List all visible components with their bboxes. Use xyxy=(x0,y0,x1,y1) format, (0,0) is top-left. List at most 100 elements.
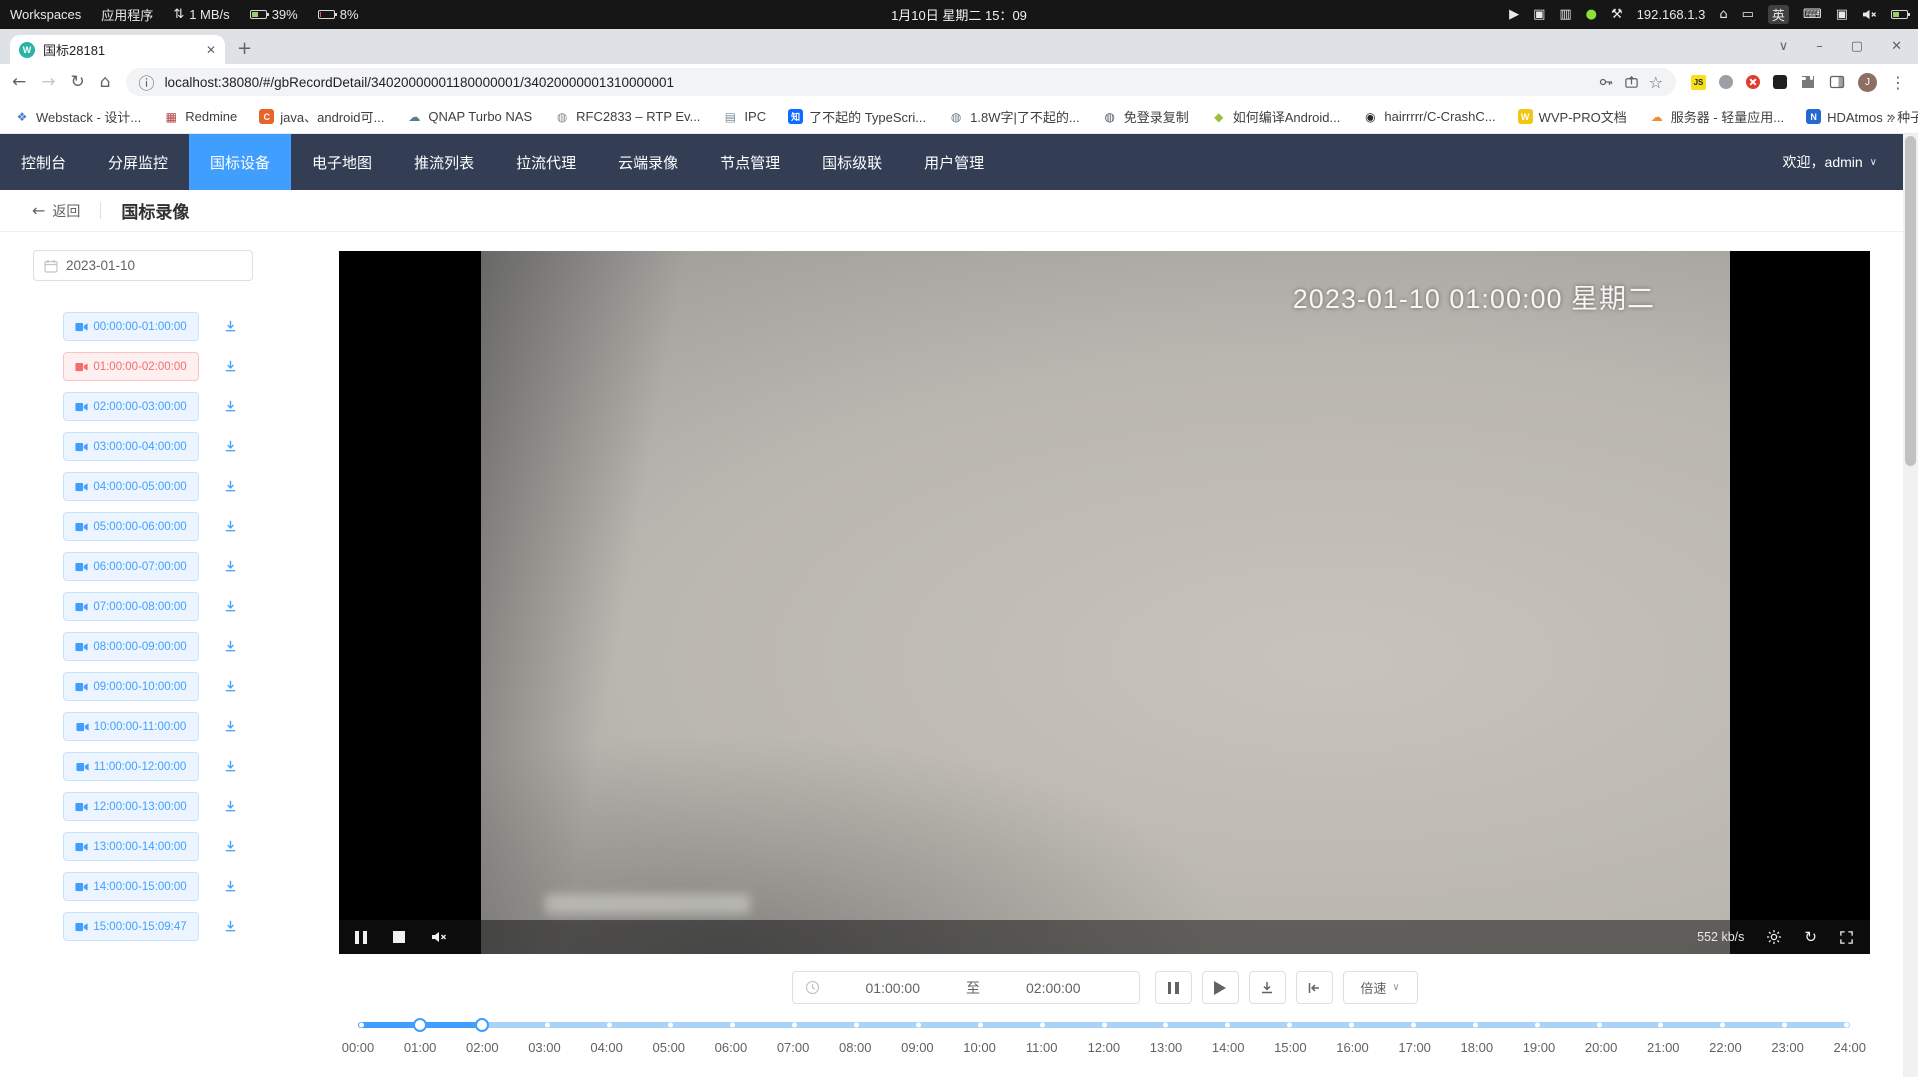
segment-download-icon[interactable] xyxy=(223,559,238,574)
workspaces-button[interactable]: Workspaces xyxy=(10,7,81,22)
new-tab-button[interactable]: + xyxy=(237,38,252,59)
segment-download-icon[interactable] xyxy=(223,399,238,414)
segment-button[interactable]: 14:00:00-15:00:00 xyxy=(63,872,199,901)
segment-button[interactable]: 05:00:00-06:00:00 xyxy=(63,512,199,541)
password-key-icon[interactable] xyxy=(1598,74,1614,90)
nav-item[interactable]: 控制台 xyxy=(0,134,87,190)
player-pause-icon[interactable] xyxy=(355,931,367,944)
segment-button[interactable]: 08:00:00-09:00:00 xyxy=(63,632,199,661)
bookmark-item[interactable]: ◆ 如何编译Android... xyxy=(1211,107,1341,126)
bookmark-item[interactable]: ❖ Webstack - 设计... xyxy=(14,107,141,126)
player-fullscreen-icon[interactable] xyxy=(1839,930,1854,945)
nav-item[interactable]: 分屏监控 xyxy=(87,134,189,190)
segment-button[interactable]: 13:00:00-14:00:00 xyxy=(63,832,199,861)
nav-item[interactable]: 云端录像 xyxy=(597,134,699,190)
speed-dropdown[interactable]: 倍速 ∨ xyxy=(1343,971,1418,1004)
player-volume-muted-icon[interactable] xyxy=(431,930,447,944)
puzzle-extensions-icon[interactable] xyxy=(1800,74,1816,90)
screenshot-icon[interactable]: ▣ xyxy=(1533,7,1545,22)
back-button[interactable]: ← 返回 xyxy=(32,201,80,221)
media-play-icon[interactable]: ▶ xyxy=(1509,7,1519,22)
bookmark-item[interactable]: N HDAtmos :: 种子 -... xyxy=(1806,107,1918,126)
segment-download-icon[interactable] xyxy=(223,439,238,454)
segment-download-icon[interactable] xyxy=(223,879,238,894)
nav-item[interactable]: 推流列表 xyxy=(393,134,495,190)
applications-button[interactable]: 应用程序 xyxy=(101,5,153,24)
segment-button[interactable]: 07:00:00-08:00:00 xyxy=(63,592,199,621)
browser-menu-icon[interactable]: ⋮ xyxy=(1890,73,1906,92)
back-icon[interactable]: ← xyxy=(12,72,26,92)
segment-button[interactable]: 09:00:00-10:00:00 xyxy=(63,672,199,701)
nav-item[interactable]: 电子地图 xyxy=(291,134,393,190)
window-maximize-icon[interactable]: ▢ xyxy=(1851,39,1863,54)
js-extension-icon[interactable]: JS xyxy=(1691,75,1706,90)
segment-download-icon[interactable] xyxy=(223,839,238,854)
omnibox[interactable]: ⓘ localhost:38080/#/gbRecordDetail/34020… xyxy=(126,68,1676,96)
extension-black-icon[interactable] xyxy=(1773,75,1787,89)
time-range-input[interactable]: 01:00:00 至 02:00:00 xyxy=(792,971,1140,1004)
nav-item[interactable]: 节点管理 xyxy=(699,134,801,190)
timeline-rail[interactable] xyxy=(358,1022,1850,1028)
segment-button[interactable]: 12:00:00-13:00:00 xyxy=(63,792,199,821)
bookmarks-overflow-icon[interactable]: » xyxy=(1887,108,1896,126)
nav-item[interactable]: 国标设备 xyxy=(189,134,291,190)
url-text[interactable]: localhost:38080/#/gbRecordDetail/3402000… xyxy=(165,75,1588,90)
bookmark-item[interactable]: 知 了不起的 TypeScri... xyxy=(788,107,926,126)
timeline-handle-start[interactable] xyxy=(413,1018,427,1032)
clock[interactable]: 1月10日 星期二 15：09 xyxy=(891,5,1027,24)
tab-search-chevron-icon[interactable]: ∨ xyxy=(1779,39,1789,54)
display-icon[interactable]: ▣ xyxy=(1836,7,1848,22)
home-icon[interactable]: ⌂ xyxy=(1719,7,1727,22)
share-icon[interactable] xyxy=(1624,75,1639,90)
segment-download-icon[interactable] xyxy=(223,919,238,934)
scrollbar-thumb[interactable] xyxy=(1905,136,1916,466)
nav-item[interactable]: 国标级联 xyxy=(801,134,903,190)
site-info-icon[interactable]: ⓘ xyxy=(139,70,155,94)
bookmark-item[interactable]: ◍ RFC2833 – RTP Ev... xyxy=(554,109,700,124)
segment-download-icon[interactable] xyxy=(223,479,238,494)
keyboard-icon[interactable]: ⌨ xyxy=(1803,7,1822,22)
bookmark-star-icon[interactable]: ☆ xyxy=(1649,73,1663,92)
range-start-time[interactable]: 01:00:00 xyxy=(820,980,967,996)
timeline-handle-end[interactable] xyxy=(475,1018,489,1032)
bookmark-item[interactable]: ◍ 1.8W字|了不起的... xyxy=(948,107,1080,126)
bookmark-item[interactable]: W WVP-PRO文档 xyxy=(1518,107,1627,126)
bookmark-item[interactable]: C java、android可... xyxy=(259,107,384,126)
record-dot-icon[interactable]: ● xyxy=(1586,7,1597,22)
page-scrollbar[interactable] xyxy=(1903,134,1918,1077)
segment-download-icon[interactable] xyxy=(223,719,238,734)
segment-button[interactable]: 03:00:00-04:00:00 xyxy=(63,432,199,461)
window-close-icon[interactable]: ✕ xyxy=(1891,39,1902,54)
play-button[interactable] xyxy=(1202,971,1239,1004)
segment-download-icon[interactable] xyxy=(223,519,238,534)
segment-button[interactable]: 10:00:00-11:00:00 xyxy=(63,712,199,741)
input-language-badge[interactable]: 英 xyxy=(1768,5,1789,24)
skip-back-button[interactable] xyxy=(1296,971,1333,1004)
pause-button[interactable] xyxy=(1155,971,1192,1004)
browser-tab[interactable]: W 国标28181 ✕ xyxy=(10,35,225,64)
player-refresh-icon[interactable]: ↻ xyxy=(1804,930,1817,945)
segment-download-icon[interactable] xyxy=(223,799,238,814)
bookmark-item[interactable]: ▤ IPC xyxy=(722,109,766,124)
clipboard-icon[interactable]: ▥ xyxy=(1559,7,1571,22)
side-panel-icon[interactable] xyxy=(1829,74,1845,90)
adblock-extension-icon[interactable] xyxy=(1746,75,1760,89)
player-stop-icon[interactable] xyxy=(393,931,405,943)
range-end-time[interactable]: 02:00:00 xyxy=(980,980,1127,996)
segment-button[interactable]: 04:00:00-05:00:00 xyxy=(63,472,199,501)
player-settings-gear-icon[interactable] xyxy=(1766,929,1782,945)
segment-download-icon[interactable] xyxy=(223,639,238,654)
bookmark-item[interactable]: ◉ hairrrrr/C-CrashC... xyxy=(1362,109,1495,124)
reload-icon[interactable]: ↻ xyxy=(71,72,85,92)
window-icon[interactable]: ▭ xyxy=(1742,7,1754,22)
segment-download-icon[interactable] xyxy=(223,679,238,694)
segment-button[interactable]: 00:00:00-01:00:00 xyxy=(63,312,199,341)
home-button-icon[interactable]: ⌂ xyxy=(100,72,111,92)
bookmark-item[interactable]: ☁ 服务器 - 轻量应用... xyxy=(1649,107,1784,126)
volume-muted-icon[interactable] xyxy=(1862,8,1877,21)
nav-item[interactable]: 拉流代理 xyxy=(495,134,597,190)
segment-download-icon[interactable] xyxy=(223,599,238,614)
video-player[interactable]: 2023-01-10 01:00:00 星期二 552 kb/s ↻ xyxy=(339,251,1870,954)
user-menu[interactable]: 欢迎，admin ∨ xyxy=(1783,152,1903,172)
tab-close-icon[interactable]: ✕ xyxy=(206,43,216,57)
